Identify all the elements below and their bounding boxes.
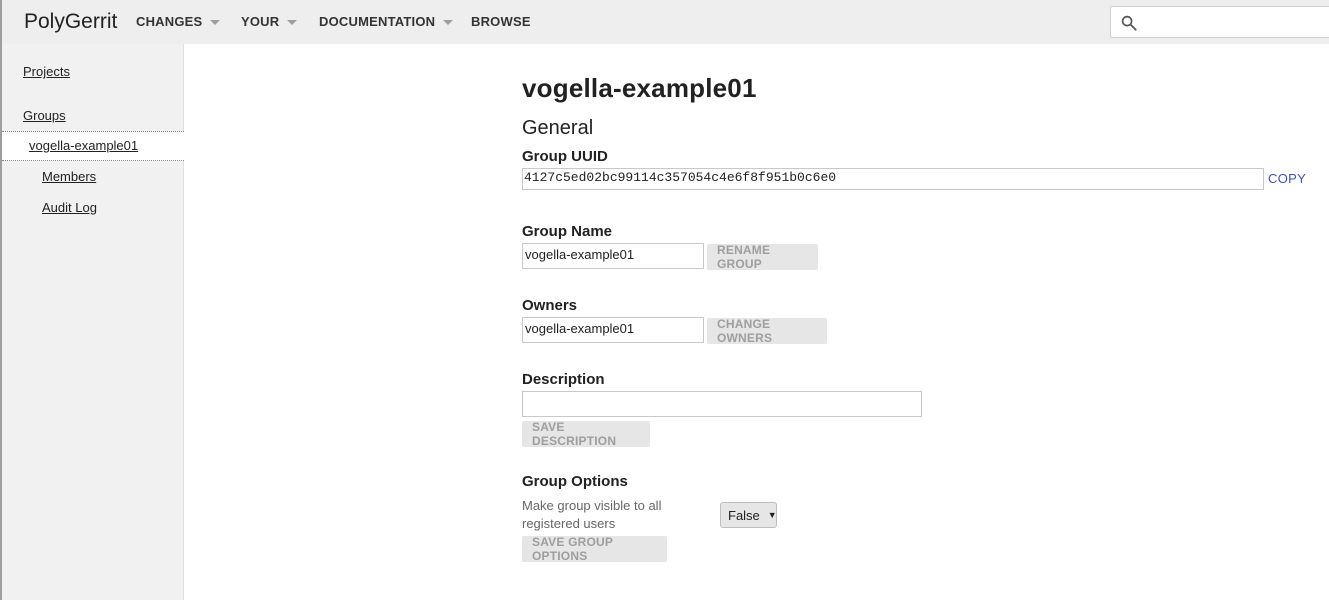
- window-edge: [0, 0, 2, 600]
- page-title: vogella-example01: [522, 73, 757, 103]
- top-header: PolyGerrit CHANGES YOUR DOCUMENTATION BR…: [0, 0, 1329, 44]
- dropdown-arrow-icon: ▼: [767, 510, 777, 520]
- rename-group-button[interactable]: RENAME GROUP: [707, 243, 818, 271]
- sidebar-item-audit-log[interactable]: Audit Log: [42, 200, 97, 215]
- sidebar-item-projects[interactable]: Projects: [23, 64, 70, 79]
- nav-your[interactable]: YOUR: [241, 14, 298, 29]
- uuid-field[interactable]: 4127c5ed02bc99114c357054c4e6f8f951b0c6e0: [522, 168, 1264, 190]
- sidebar: Projects Groups vogella-example01 Member…: [0, 44, 184, 600]
- search-input[interactable]: [1110, 6, 1329, 38]
- visible-to-all-label-line2: registered users: [522, 516, 616, 531]
- copy-button[interactable]: COPY: [1268, 171, 1306, 186]
- nav-changes[interactable]: CHANGES: [136, 14, 221, 29]
- nav-documentation[interactable]: DOCUMENTATION: [319, 14, 454, 29]
- nav-browse-label: BROWSE: [471, 14, 531, 29]
- owners-input[interactable]: vogella-example01: [522, 317, 704, 343]
- sidebar-item-active-group[interactable]: vogella-example01: [2, 131, 184, 161]
- group-options-label: Group Options: [522, 473, 628, 490]
- nav-your-label: YOUR: [241, 14, 280, 29]
- chevron-down-icon: [443, 19, 454, 25]
- group-name-label: Group Name: [522, 223, 613, 240]
- main-content: vogella-example01 General Group UUID 412…: [184, 44, 1329, 600]
- chevron-down-icon: [210, 19, 221, 25]
- sidebar-item-active-group-label[interactable]: vogella-example01: [29, 138, 138, 153]
- visible-to-all-select-value: False: [728, 507, 760, 523]
- visible-to-all-select[interactable]: False ▼: [720, 502, 777, 528]
- section-heading-general: General: [522, 117, 594, 139]
- uuid-label: Group UUID: [522, 148, 608, 165]
- owners-label: Owners: [522, 297, 578, 314]
- nav-changes-label: CHANGES: [136, 14, 203, 29]
- description-input[interactable]: [522, 391, 922, 417]
- nav-browse[interactable]: BROWSE: [471, 14, 531, 29]
- visible-to-all-label-line1: Make group visible to all: [522, 498, 662, 513]
- group-name-input[interactable]: vogella-example01: [522, 243, 704, 269]
- brand-logo[interactable]: PolyGerrit: [24, 10, 117, 34]
- sidebar-item-members[interactable]: Members: [42, 169, 96, 184]
- save-group-options-button[interactable]: SAVE GROUP OPTIONS: [522, 535, 667, 563]
- chevron-down-icon: [287, 19, 298, 25]
- search-icon: [1121, 15, 1137, 31]
- sidebar-item-groups[interactable]: Groups: [23, 108, 66, 123]
- save-description-button[interactable]: SAVE DESCRIPTION: [522, 420, 650, 448]
- nav-documentation-label: DOCUMENTATION: [319, 14, 436, 29]
- change-owners-button[interactable]: CHANGE OWNERS: [707, 317, 827, 345]
- description-label: Description: [522, 371, 605, 388]
